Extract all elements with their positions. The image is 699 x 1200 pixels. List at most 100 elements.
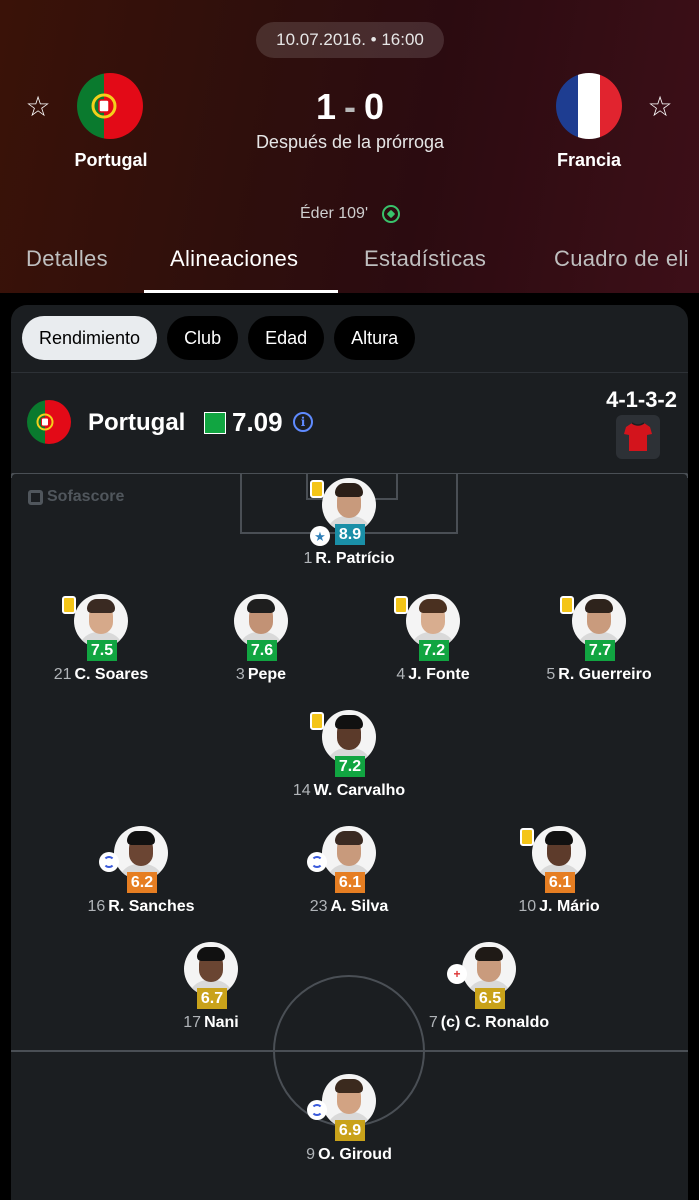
lineup-team-row: Portugal 7.09 i 4-1-3-2 — [11, 373, 688, 473]
sofascore-watermark-text: Sofascore — [47, 488, 125, 505]
player-rating: 6.5 — [475, 988, 505, 1009]
avatar-hair — [475, 947, 503, 961]
favorite-home-star-icon[interactable]: ☆ — [24, 93, 52, 121]
player-number: 1 — [303, 550, 313, 567]
player-rating: 6.2 — [127, 872, 157, 893]
team-rating: 7.09 — [232, 407, 283, 437]
player-number: 14 — [292, 782, 311, 799]
player-number: 23 — [309, 898, 328, 915]
player-name: 3 Pepe — [171, 666, 351, 684]
score-separator: - — [344, 86, 356, 127]
lineup-team-name: Portugal — [88, 409, 186, 436]
match-score: 1-0 — [250, 86, 450, 128]
player-number: 10 — [518, 898, 537, 915]
player-name: 17 Nani — [121, 1014, 301, 1032]
yellow-card-icon — [394, 596, 408, 614]
player-name: 7 (c) C. Ronaldo — [399, 1014, 579, 1032]
portugal-flag-icon[interactable] — [77, 73, 143, 139]
player-name: 4 J. Fonte — [343, 666, 523, 684]
filter-rendimiento[interactable]: Rendimiento — [22, 316, 158, 360]
tab-bar: Detalles Alineaciones Estadísticas Cuadr… — [0, 238, 699, 293]
avatar-hair — [545, 831, 573, 845]
match-date-time: 10.07.2016. • 16:00 — [256, 22, 444, 58]
tab-estadisticas[interactable]: Estadísticas — [364, 246, 486, 272]
avatar-hair — [419, 599, 447, 613]
player-number: 5 — [546, 666, 556, 683]
player-number: 9 — [306, 1146, 316, 1163]
player-name: 16 R. Sanches — [51, 898, 231, 916]
score-note: Después de la prórroga — [255, 132, 445, 152]
info-icon[interactable]: i — [293, 412, 313, 432]
player-rating: 7.6 — [247, 640, 277, 661]
avatar-hair — [335, 1079, 363, 1093]
portugal-flag-icon — [27, 400, 71, 444]
player-rating: 8.9 — [335, 524, 365, 545]
player-marker[interactable]: 6.7 17 Nani — [121, 942, 301, 1052]
tab-alineaciones[interactable]: Alineaciones — [170, 246, 298, 272]
goal-event: Éder 109' — [230, 205, 470, 223]
player-name: 9 O. Giroud — [259, 1146, 439, 1164]
player-marker[interactable]: 7.2 4 J. Fonte — [343, 594, 523, 704]
avatar-hair — [335, 483, 363, 497]
france-flag-icon[interactable] — [556, 73, 622, 139]
filter-chips: Rendimiento Club Edad Altura — [22, 316, 416, 360]
tab-detalles[interactable]: Detalles — [26, 246, 108, 272]
substitution-arrows — [311, 1104, 323, 1116]
player-marker[interactable]: 6.1 10 J. Mário — [469, 826, 649, 936]
pitch: Sofascore 8.9 1 R. Patrício ★ 7.5 21 C. Soares… — [11, 473, 688, 1200]
avatar-hair — [585, 599, 613, 613]
filter-edad[interactable]: Edad — [248, 316, 325, 360]
player-marker[interactable]: 7.2 14 W. Carvalho — [259, 710, 439, 820]
player-name: 10 J. Mário — [469, 898, 649, 916]
avatar-hair — [335, 831, 363, 845]
player-rating: 7.2 — [419, 640, 449, 661]
player-name: 1 R. Patrício — [259, 550, 439, 568]
player-marker[interactable]: 6.9 9 O. Giroud — [259, 1074, 439, 1184]
player-marker[interactable]: 6.2 16 R. Sanches — [51, 826, 231, 936]
substitution-arrows — [103, 856, 115, 868]
away-score: 0 — [364, 86, 385, 127]
player-name-text: W. Carvalho — [313, 782, 406, 799]
player-number: 7 — [428, 1014, 438, 1031]
player-marker[interactable]: 8.9 1 R. Patrício ★ — [259, 478, 439, 588]
player-marker[interactable]: 6.5 7 (c) C. Ronaldo + — [399, 942, 579, 1052]
filter-altura[interactable]: Altura — [334, 316, 416, 360]
player-name-text: R. Guerreiro — [558, 666, 652, 683]
player-name: 14 W. Carvalho — [259, 782, 439, 800]
player-marker[interactable]: 7.5 21 C. Soares — [11, 594, 191, 704]
player-name: 23 A. Silva — [259, 898, 439, 916]
player-name: 5 R. Guerreiro — [509, 666, 688, 684]
formation: 4-1-3-2 — [606, 387, 677, 412]
jersey-icon[interactable] — [616, 415, 660, 459]
player-number: 3 — [235, 666, 245, 683]
player-name: 21 C. Soares — [11, 666, 191, 684]
substitution-icon — [99, 852, 119, 872]
player-rating: 6.7 — [197, 988, 227, 1009]
player-rating: 7.5 — [87, 640, 117, 661]
home-team-name[interactable]: Portugal — [41, 150, 181, 171]
avatar-hair — [335, 715, 363, 729]
player-name-text: (c) C. Ronaldo — [440, 1014, 550, 1031]
yellow-card-icon — [310, 712, 324, 730]
away-team-name[interactable]: Francia — [519, 150, 659, 171]
player-number: 4 — [396, 666, 406, 683]
yellow-card-icon — [62, 596, 76, 614]
player-marker[interactable]: 7.7 5 R. Guerreiro — [509, 594, 688, 704]
player-name-text: Pepe — [247, 666, 287, 683]
player-rating: 6.9 — [335, 1120, 365, 1141]
filter-club[interactable]: Club — [167, 316, 239, 360]
match-header: 10.07.2016. • 16:00 ☆ Portugal 1-0 Despu… — [0, 0, 699, 293]
tab-cuadro[interactable]: Cuadro de eli — [554, 246, 689, 272]
player-rating: 7.7 — [585, 640, 615, 661]
substitution-icon — [307, 1100, 327, 1120]
player-name-text: R. Patrício — [315, 550, 395, 567]
avatar-hair — [197, 947, 225, 961]
injury-icon: + — [447, 964, 467, 984]
sofascore-logo-icon — [28, 489, 43, 505]
player-marker[interactable]: 7.6 3 Pepe — [171, 594, 351, 704]
player-name-text: A. Silva — [330, 898, 389, 915]
goal-ball-icon — [382, 205, 400, 223]
player-marker[interactable]: 6.1 23 A. Silva — [259, 826, 439, 936]
favorite-away-star-icon[interactable]: ☆ — [646, 93, 674, 121]
substitution-icon — [307, 852, 327, 872]
